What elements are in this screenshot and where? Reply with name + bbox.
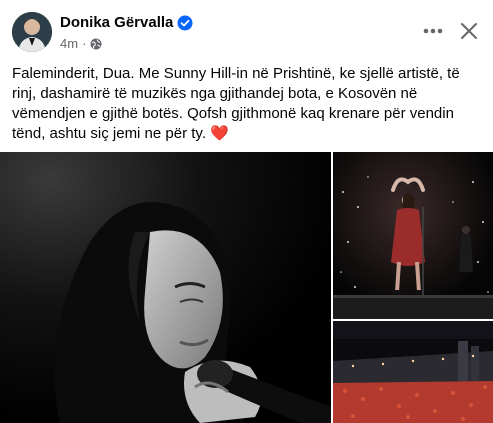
close-button[interactable] — [456, 18, 482, 44]
more-horizontal-icon — [423, 28, 443, 34]
avatar[interactable] — [12, 12, 52, 52]
post-photo-grid — [0, 152, 493, 423]
verified-badge-icon — [177, 15, 193, 31]
post-timestamp[interactable]: 4m — [60, 36, 78, 51]
photo-singer-closeup[interactable] — [0, 152, 331, 423]
post-body: Faleminderit, Dua. Me Sunny Hill-in në P… — [12, 65, 460, 142]
post-text: Faleminderit, Dua. Me Sunny Hill-in në P… — [12, 64, 484, 144]
post-header: Donika Gërvalla 4m · — [0, 0, 493, 60]
photo-festival-crowd[interactable] — [333, 321, 493, 423]
heart-emoji: ❤️ — [210, 125, 229, 142]
close-icon — [461, 23, 477, 39]
meta-separator: · — [82, 36, 87, 51]
globe-icon[interactable] — [90, 38, 102, 50]
more-options-button[interactable] — [420, 18, 446, 44]
author-name[interactable]: Donika Gërvalla — [60, 14, 173, 31]
photo-stage-performance[interactable] — [333, 152, 493, 319]
